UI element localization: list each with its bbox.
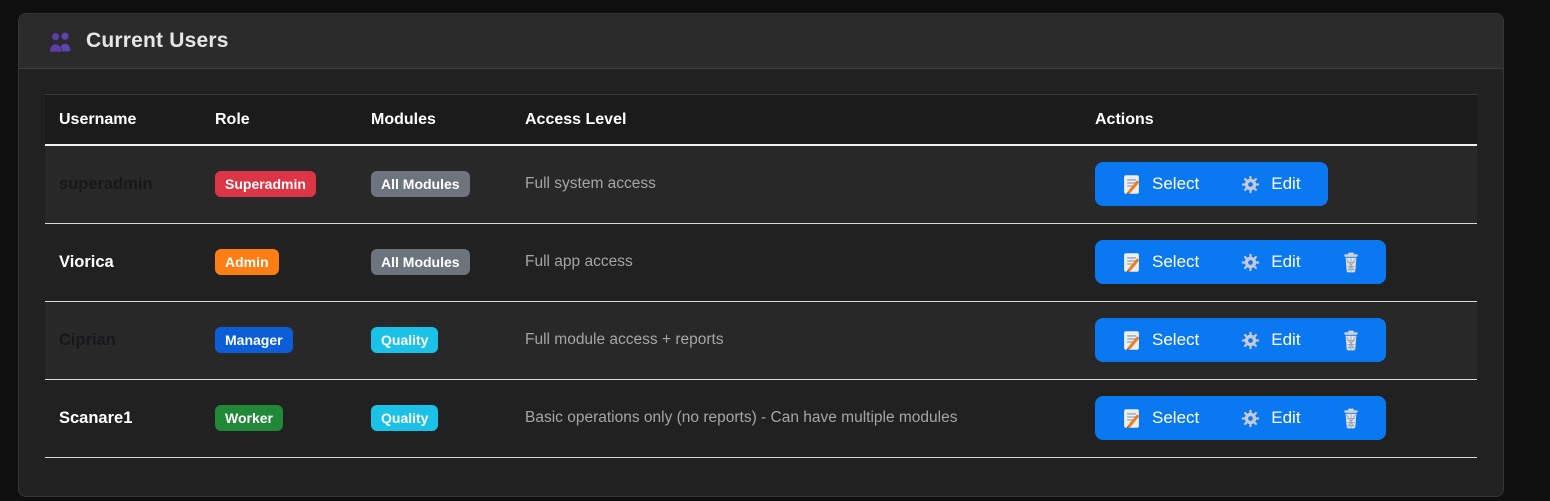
- column-header-access: Access Level: [511, 95, 1081, 146]
- memo-icon: [1122, 408, 1141, 429]
- role-badge: Worker: [215, 405, 283, 431]
- select-label: Select: [1152, 174, 1199, 194]
- row-actions: Select Edit: [1095, 318, 1386, 362]
- row-actions: Select Edit: [1095, 396, 1386, 440]
- access-level-text: Basic operations only (no reports) - Can…: [525, 409, 958, 426]
- select-label: Select: [1152, 252, 1199, 272]
- table-body: superadmin Superadmin All Modules Full syst…: [45, 145, 1477, 457]
- access-level-cell: Full app access: [511, 223, 1081, 301]
- access-level-text: Full app access: [525, 253, 633, 270]
- gear-icon: [1241, 409, 1260, 428]
- table-row: Scanare1 Worker Quality Basic operations on…: [45, 379, 1477, 457]
- select-button[interactable]: Select: [1101, 396, 1220, 440]
- role-cell: Admin: [201, 223, 357, 301]
- username-cell: Ciprian: [45, 301, 201, 379]
- edit-label: Edit: [1271, 330, 1300, 350]
- role-badge: Superadmin: [215, 171, 316, 197]
- username-cell: Scanare1: [45, 379, 201, 457]
- gear-icon: [1241, 175, 1260, 194]
- column-header-actions: Actions: [1081, 95, 1477, 146]
- trash-icon: [1342, 252, 1360, 273]
- username-text: Viorica: [59, 253, 114, 271]
- role-cell: Manager: [201, 301, 357, 379]
- module-badge: Quality: [371, 405, 438, 431]
- edit-label: Edit: [1271, 408, 1300, 428]
- modules-cell: All Modules: [357, 223, 511, 301]
- username-text: Scanare1: [59, 409, 132, 427]
- edit-button[interactable]: Edit: [1220, 396, 1321, 440]
- module-badge: Quality: [371, 327, 438, 353]
- panel-title: Current Users: [86, 29, 229, 53]
- select-button[interactable]: Select: [1101, 318, 1220, 362]
- select-button[interactable]: Select: [1101, 240, 1220, 284]
- delete-button[interactable]: [1322, 240, 1380, 284]
- modules-cell: Quality: [357, 379, 511, 457]
- access-level-cell: Full system access: [511, 145, 1081, 223]
- row-actions: Select Edit: [1095, 162, 1328, 206]
- username-text: Ciprian: [59, 331, 116, 349]
- modules-cell: Quality: [357, 301, 511, 379]
- panel-header: Current Users: [19, 14, 1503, 69]
- access-level-cell: Full module access + reports: [511, 301, 1081, 379]
- table-row: Viorica Admin All Modules Full app access Se…: [45, 223, 1477, 301]
- access-level-text: Full module access + reports: [525, 331, 724, 348]
- role-badge: Admin: [215, 249, 279, 275]
- actions-cell: Select Edit: [1081, 145, 1477, 223]
- edit-label: Edit: [1271, 252, 1300, 272]
- page-background: Current Users UsernameRoleModulesAccess …: [0, 0, 1550, 501]
- actions-cell: Select Edit: [1081, 301, 1477, 379]
- current-users-panel: Current Users UsernameRoleModulesAccess …: [18, 13, 1504, 497]
- modules-cell: All Modules: [357, 145, 511, 223]
- memo-icon: [1122, 174, 1141, 195]
- access-level-text: Full system access: [525, 175, 656, 192]
- gear-icon: [1241, 331, 1260, 350]
- column-header-role: Role: [201, 95, 357, 146]
- edit-label: Edit: [1271, 174, 1300, 194]
- role-cell: Superadmin: [201, 145, 357, 223]
- actions-cell: Select Edit: [1081, 379, 1477, 457]
- column-header-username: Username: [45, 95, 201, 146]
- select-label: Select: [1152, 408, 1199, 428]
- table-row: superadmin Superadmin All Modules Full syst…: [45, 145, 1477, 223]
- column-header-modules: Modules: [357, 95, 511, 146]
- username-cell: Viorica: [45, 223, 201, 301]
- table-head: UsernameRoleModulesAccess LevelActions: [45, 95, 1477, 146]
- memo-icon: [1122, 330, 1141, 351]
- edit-button[interactable]: Edit: [1220, 240, 1321, 284]
- header-row: UsernameRoleModulesAccess LevelActions: [45, 95, 1477, 146]
- table-row: Ciprian Manager Quality Full module access …: [45, 301, 1477, 379]
- username-text: superadmin: [59, 175, 153, 193]
- panel-body: UsernameRoleModulesAccess LevelActions s…: [19, 69, 1503, 458]
- role-cell: Worker: [201, 379, 357, 457]
- edit-button[interactable]: Edit: [1220, 162, 1321, 206]
- module-badge: All Modules: [371, 171, 470, 197]
- access-level-cell: Basic operations only (no reports) - Can…: [511, 379, 1081, 457]
- edit-button[interactable]: Edit: [1220, 318, 1321, 362]
- users-table: UsernameRoleModulesAccess LevelActions s…: [45, 94, 1477, 458]
- select-button[interactable]: Select: [1101, 162, 1220, 206]
- module-badge: All Modules: [371, 249, 470, 275]
- trash-icon: [1342, 330, 1360, 351]
- row-actions: Select Edit: [1095, 240, 1386, 284]
- username-cell: superadmin: [45, 145, 201, 223]
- actions-cell: Select Edit: [1081, 223, 1477, 301]
- users-icon: [48, 30, 73, 52]
- delete-button[interactable]: [1322, 396, 1380, 440]
- role-badge: Manager: [215, 327, 293, 353]
- memo-icon: [1122, 252, 1141, 273]
- gear-icon: [1241, 253, 1260, 272]
- trash-icon: [1342, 408, 1360, 429]
- select-label: Select: [1152, 330, 1199, 350]
- delete-button[interactable]: [1322, 318, 1380, 362]
